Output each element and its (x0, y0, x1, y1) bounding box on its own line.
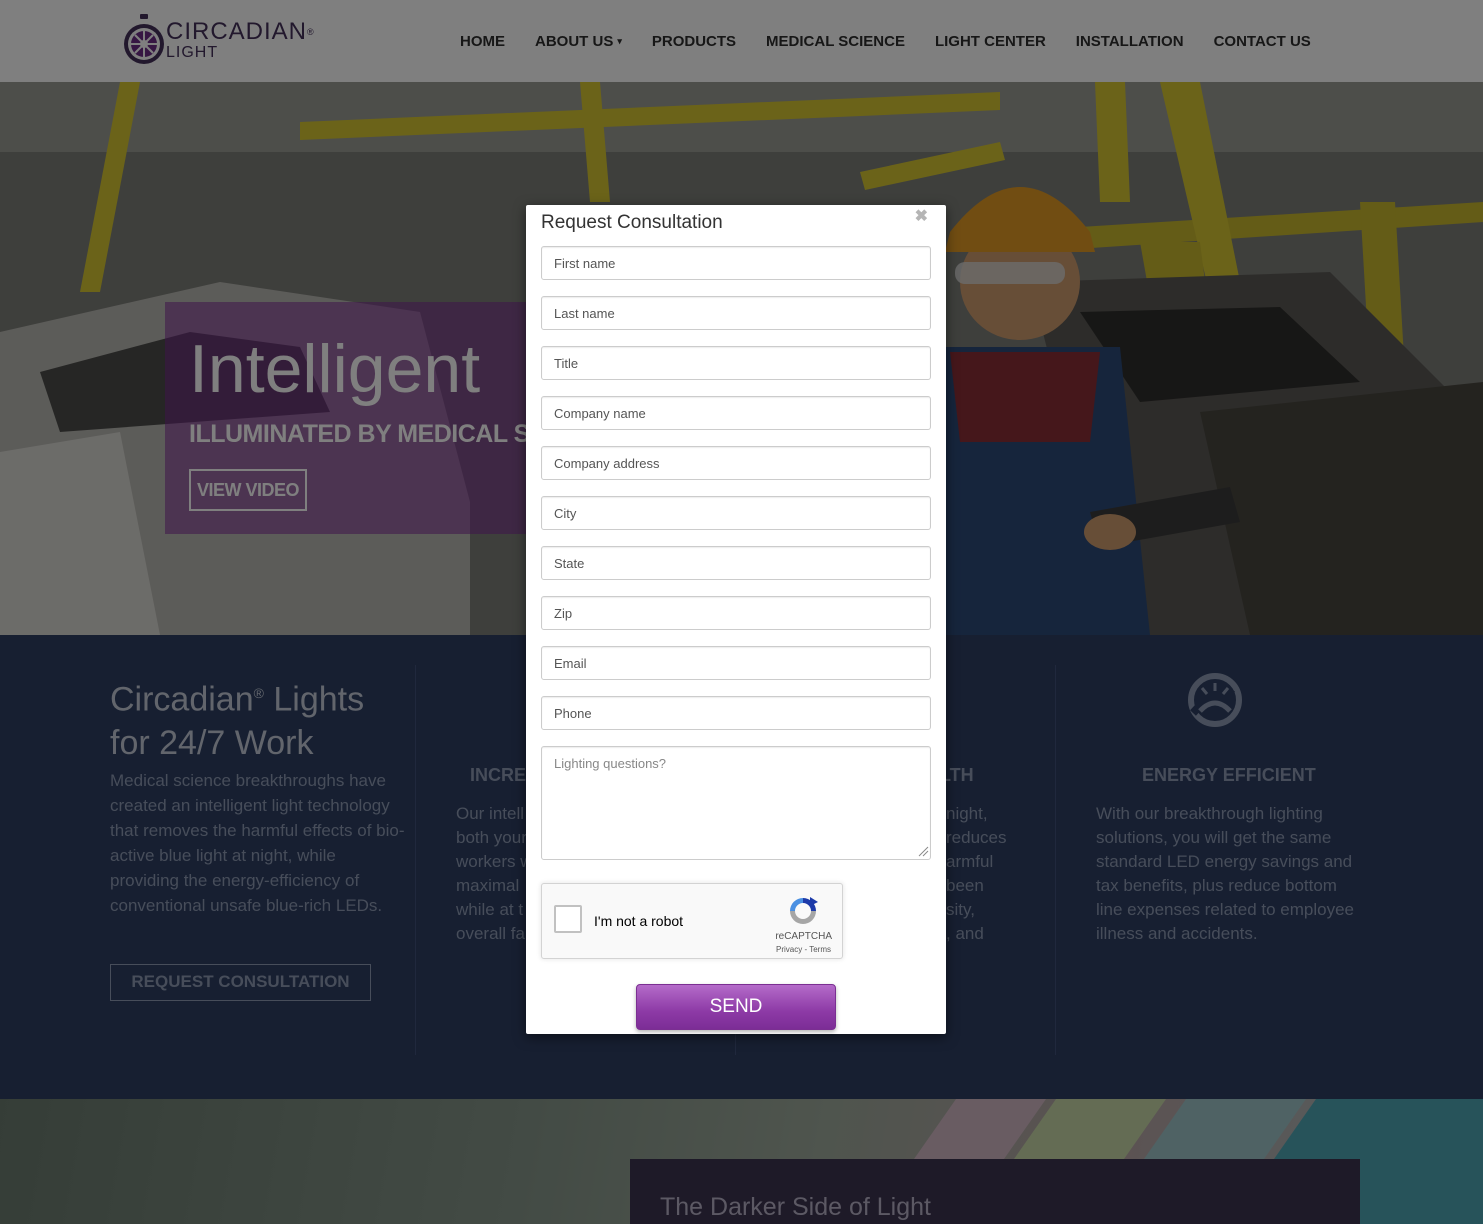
lighting-questions-textarea[interactable] (541, 746, 931, 860)
recaptcha-privacy-terms-link[interactable]: Privacy - Terms (742, 945, 831, 954)
recaptcha-brand: reCAPTCHA (775, 931, 832, 942)
zip-input[interactable] (541, 596, 931, 630)
state-input[interactable] (541, 546, 931, 580)
recaptcha-widget: I'm not a robot reCAPTCHA Privacy - Term… (541, 883, 843, 959)
company-name-input[interactable] (541, 396, 931, 430)
modal-title: Request Consultation (541, 212, 723, 233)
city-input[interactable] (541, 496, 931, 530)
phone-input[interactable] (541, 696, 931, 730)
request-consultation-modal: Request Consultation ✖ I'm not a robot r… (526, 205, 946, 1034)
recaptcha-label: I'm not a robot (594, 913, 684, 929)
recaptcha-checkbox[interactable] (554, 905, 582, 933)
first-name-input[interactable] (541, 246, 931, 280)
email-input[interactable] (541, 646, 931, 680)
close-icon[interactable]: ✖ (915, 206, 928, 226)
title-input[interactable] (541, 346, 931, 380)
resize-grip-icon[interactable] (918, 846, 929, 857)
send-button[interactable]: SEND (636, 984, 836, 1030)
recaptcha-logo-icon (790, 897, 818, 924)
last-name-input[interactable] (541, 296, 931, 330)
company-address-input[interactable] (541, 446, 931, 480)
